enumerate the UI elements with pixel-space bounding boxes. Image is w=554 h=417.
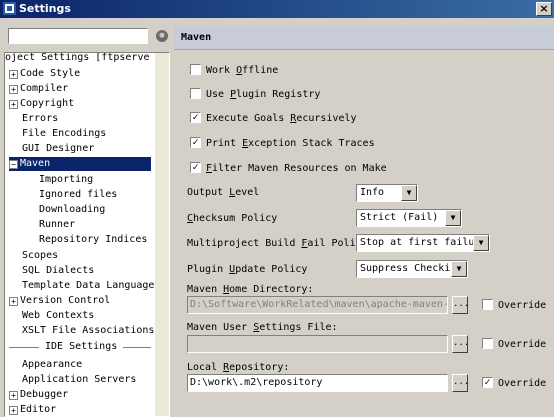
tree-item-maven[interactable]: − Maven (9, 157, 151, 171)
tree-item-gui-designer[interactable]: GUI Designer (22, 142, 94, 156)
expand-icon[interactable]: + (9, 85, 18, 94)
maven-home-label: Maven Home Directory: (187, 284, 314, 295)
local-repository-override-checkbox[interactable]: ✓ Override (482, 376, 546, 391)
separator-line (123, 347, 151, 348)
tree-item-web-contexts[interactable]: Web Contexts (22, 309, 94, 323)
tree-item-copyright[interactable]: + Copyright (9, 97, 74, 111)
tree-item-compiler[interactable]: + Compiler (9, 82, 68, 96)
window-titlebar: Settings × (0, 0, 554, 18)
tree-item-importing[interactable]: Importing (39, 173, 93, 187)
tree-item-scopes[interactable]: Scopes (22, 249, 58, 263)
expand-icon[interactable]: + (9, 70, 18, 79)
checkbox-box[interactable] (482, 298, 493, 310)
tree-item-code-style[interactable]: + Code Style (9, 67, 80, 81)
user-settings-label: Maven User Settings File: (187, 322, 338, 333)
maven-home-field[interactable]: D:\Software\WorkRelated\maven\apache-mav… (187, 296, 448, 314)
tree-item-downloading[interactable]: Downloading (39, 203, 105, 217)
tree-item-repository-indices[interactable]: Repository Indices (39, 233, 147, 247)
checkbox-checked[interactable]: ✓ (190, 111, 201, 123)
tree-item-application-servers[interactable]: Application Servers (22, 373, 136, 387)
use-plugin-registry-checkbox[interactable]: Use Plugin Registry (190, 87, 320, 102)
tree-item-editor[interactable]: + Editor (9, 403, 56, 416)
checkbox-checked[interactable]: ✓ (190, 136, 201, 148)
print-exception-stack-traces-checkbox[interactable]: ✓ Print Exception Stack Traces (190, 136, 375, 151)
chevron-down-icon[interactable]: ▼ (401, 185, 417, 201)
local-repository-label: Local Repository: (187, 362, 290, 373)
plugin-update-policy-label: Plugin Update Policy (187, 264, 308, 275)
tree-item-version-control[interactable]: + Version Control (9, 294, 110, 308)
maven-home-override-checkbox[interactable]: Override (482, 298, 546, 313)
tree-item-file-encodings[interactable]: File Encodings (22, 127, 106, 141)
work-offline-checkbox[interactable]: Work Offline (190, 63, 278, 78)
tree-item-template-data-languages[interactable]: Template Data Languages (22, 279, 160, 293)
chevron-down-icon[interactable]: ▼ (445, 210, 461, 226)
local-repository-field[interactable]: D:\work\.m2\repository (187, 374, 448, 392)
user-settings-override-checkbox[interactable]: Override (482, 337, 546, 352)
checksum-policy-select[interactable]: Strict (Fail) ▼ (356, 209, 462, 227)
checkbox-checked[interactable]: ✓ (482, 376, 493, 388)
collapse-icon[interactable]: − (9, 160, 18, 169)
clear-search-icon[interactable]: ⊗ (156, 30, 168, 42)
user-settings-field[interactable] (187, 335, 448, 353)
checkbox-box[interactable] (190, 63, 201, 75)
tree-item-errors[interactable]: Errors (22, 112, 58, 126)
tree-item-sql-dialects[interactable]: SQL Dialects (22, 264, 94, 278)
window-title: Settings (19, 2, 71, 15)
checkbox-checked[interactable]: ✓ (190, 161, 201, 173)
tree-item-debugger[interactable]: + Debugger (9, 388, 68, 402)
maven-settings-panel: Maven Work Offline Use Plugin Registry ✓… (174, 20, 554, 417)
settings-search: ⊗ (8, 28, 168, 44)
expand-icon[interactable]: + (9, 100, 18, 109)
plugin-update-policy-select[interactable]: Suppress Checking ▼ (356, 260, 468, 278)
tree-project-header: oject Settings [ftpserve (5, 52, 150, 63)
output-level-label: Output Level (187, 187, 260, 198)
window-close-button[interactable]: × (536, 2, 552, 16)
output-level-select[interactable]: Info ▼ (356, 184, 418, 202)
expand-icon[interactable]: + (9, 297, 18, 306)
user-settings-browse-button[interactable]: ... (452, 335, 469, 353)
search-input[interactable] (8, 28, 148, 44)
execute-goals-recursively-checkbox[interactable]: ✓ Execute Goals Recursively (190, 111, 357, 126)
settings-tree: oject Settings [ftpserve + Code Style + Co… (4, 52, 170, 417)
ide-settings-separator: IDE Settings (5, 340, 157, 354)
separator-line (9, 347, 39, 348)
local-repository-browse-button[interactable]: ... (452, 374, 469, 392)
checkbox-box[interactable] (190, 87, 201, 99)
chevron-down-icon[interactable]: ▼ (451, 261, 467, 277)
build-fail-policy-select[interactable]: Stop at first failure ▼ (356, 234, 490, 252)
build-fail-policy-label: Multiproject Build Fail Policy (187, 238, 368, 249)
panel-title: Maven (174, 26, 554, 50)
tree-vertical-scrollbar[interactable] (155, 53, 169, 416)
expand-icon[interactable]: + (9, 406, 18, 415)
tree-item-xslt-file-associations[interactable]: XSLT File Associations (22, 324, 154, 338)
chevron-down-icon[interactable]: ▼ (473, 235, 489, 251)
tree-item-runner[interactable]: Runner (39, 218, 75, 232)
checksum-policy-label: Checksum Policy (187, 213, 278, 224)
ide-settings-heading: IDE Settings (45, 341, 118, 352)
filter-maven-resources-checkbox[interactable]: ✓ Filter Maven Resources on Make (190, 161, 387, 176)
settings-app-icon (3, 2, 16, 15)
expand-icon[interactable]: + (9, 391, 18, 400)
checkbox-box[interactable] (482, 337, 493, 349)
maven-home-browse-button[interactable]: ... (452, 296, 469, 314)
tree-item-ignored-files[interactable]: Ignored files (39, 188, 117, 202)
tree-item-appearance[interactable]: Appearance (22, 358, 82, 372)
